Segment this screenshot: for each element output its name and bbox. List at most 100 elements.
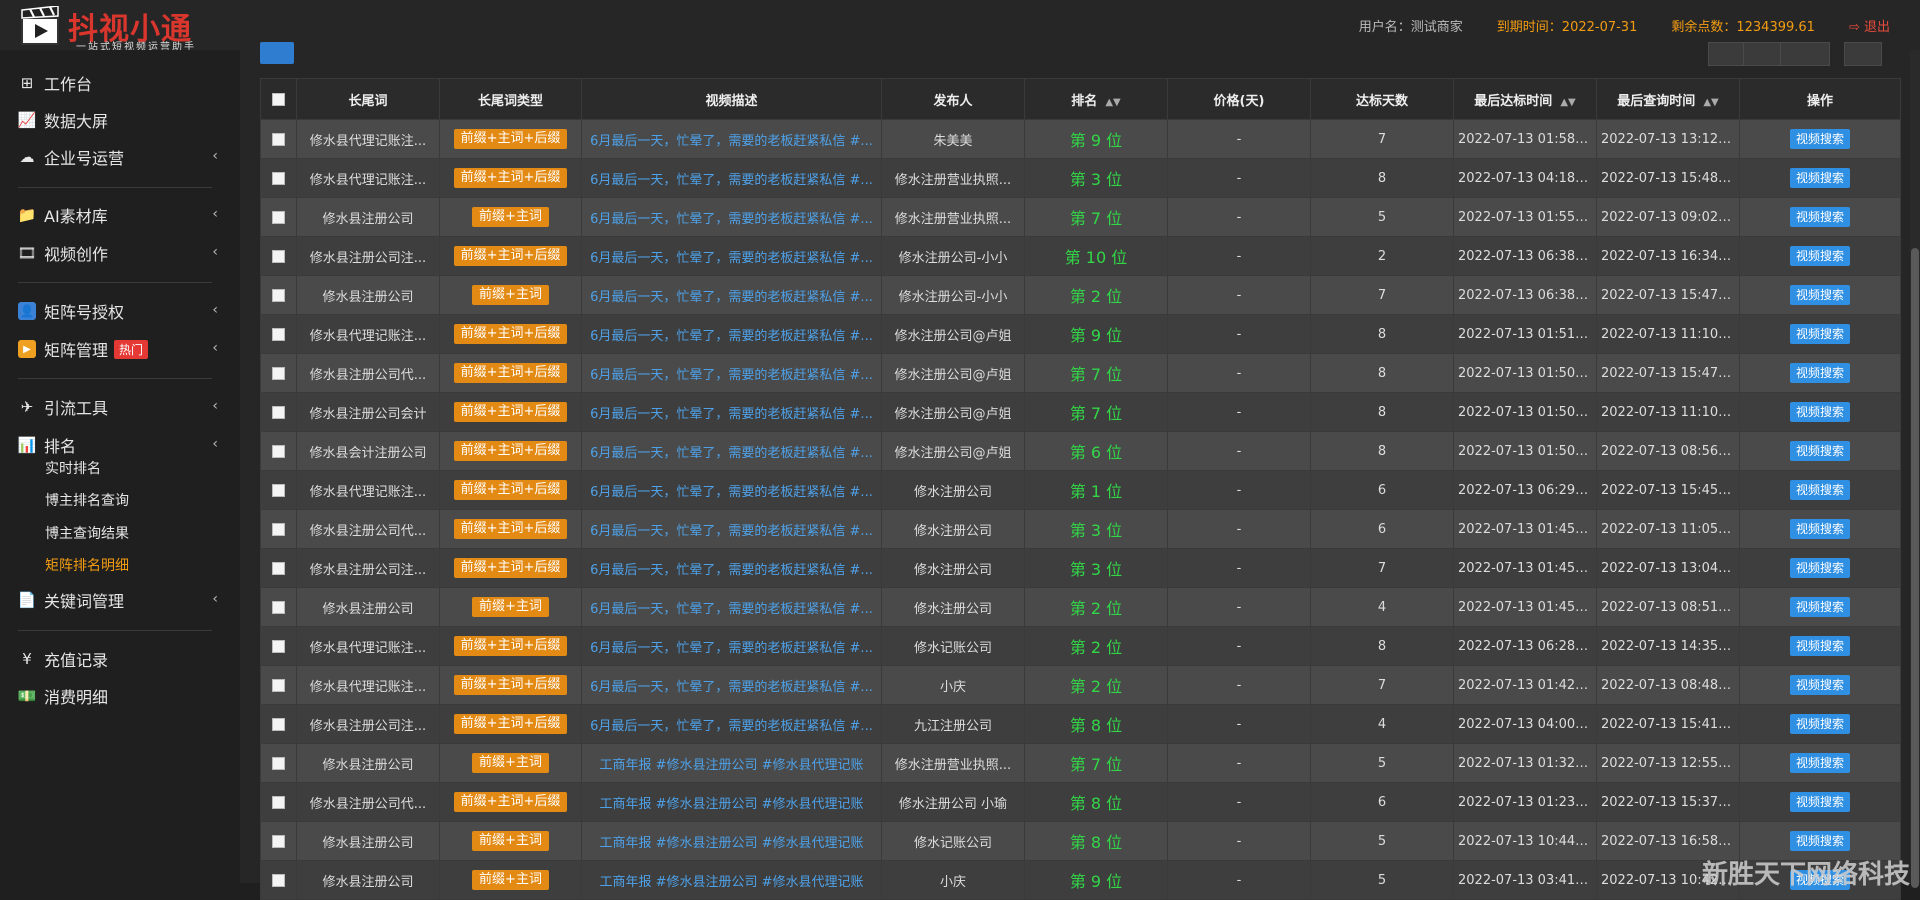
- sidebar-item-dashboard[interactable]: 📈 数据大屏: [18, 105, 218, 135]
- video-search-button[interactable]: 视频搜索: [1789, 285, 1850, 305]
- row-select-cell[interactable]: [260, 236, 297, 276]
- row-checkbox[interactable]: [272, 171, 285, 185]
- row-checkbox[interactable]: [272, 249, 285, 263]
- video-desc-link[interactable]: 工商年报 #修水县注册公司 #修水县代理记账: [599, 758, 863, 773]
- scrollbar[interactable]: [1910, 50, 1920, 888]
- row-checkbox[interactable]: [272, 561, 285, 575]
- video-desc-link[interactable]: 6月最后一天，忙晕了，需要的老板赶紧私信 #...: [590, 680, 873, 695]
- row-checkbox[interactable]: [272, 327, 285, 341]
- video-search-button[interactable]: 视频搜索: [1789, 246, 1850, 266]
- video-search-button[interactable]: 视频搜索: [1789, 636, 1850, 656]
- sidebar-item-keyword-manage[interactable]: 📄 关键词管理 ‹: [18, 585, 218, 615]
- logo[interactable]: 抖视小通 一站式短视频运营助手: [20, 4, 220, 53]
- row-select-cell[interactable]: [260, 509, 297, 549]
- row-select-cell[interactable]: [260, 704, 297, 744]
- row-checkbox[interactable]: [272, 405, 285, 419]
- video-desc-link[interactable]: 6月最后一天，忙晕了，需要的老板赶紧私信 #...: [590, 602, 873, 617]
- row-select-cell[interactable]: [260, 314, 297, 354]
- video-search-button[interactable]: 视频搜索: [1789, 558, 1850, 578]
- select-all-checkbox[interactable]: [272, 92, 285, 106]
- row-select-cell[interactable]: [260, 626, 297, 666]
- row-select-cell[interactable]: [260, 197, 297, 237]
- row-checkbox[interactable]: [272, 522, 285, 536]
- video-desc-link[interactable]: 6月最后一天，忙晕了，需要的老板赶紧私信 #...: [590, 641, 873, 656]
- columns-button[interactable]: [1743, 42, 1781, 66]
- video-search-button[interactable]: 视频搜索: [1789, 792, 1850, 812]
- row-select-cell[interactable]: [260, 470, 297, 510]
- header-last-query-time[interactable]: 最后查询时间 ▲▼: [1596, 78, 1740, 120]
- sidebar-item-matrix-auth[interactable]: 👤 矩阵号授权 ‹: [18, 296, 218, 326]
- logout-button[interactable]: ⇨ 退出: [1849, 16, 1890, 35]
- sidebar-subitem-matrix-rank-detail[interactable]: 矩阵排名明细: [45, 555, 129, 575]
- video-search-button[interactable]: 视频搜索: [1789, 597, 1850, 617]
- video-desc-link[interactable]: 工商年报 #修水县注册公司 #修水县代理记账: [599, 797, 863, 812]
- header-last-ok-time[interactable]: 最后达标时间 ▲▼: [1453, 78, 1597, 120]
- sort-icon[interactable]: ▲▼: [1703, 97, 1718, 108]
- refresh-button[interactable]: [260, 42, 294, 64]
- video-desc-link[interactable]: 6月最后一天，忙晕了，需要的老板赶紧私信 #...: [590, 446, 873, 461]
- row-checkbox[interactable]: [272, 639, 285, 653]
- video-desc-link[interactable]: 6月最后一天，忙晕了，需要的老板赶紧私信 #...: [590, 407, 873, 422]
- video-desc-link[interactable]: 6月最后一天，忙晕了，需要的老板赶紧私信 #...: [590, 719, 873, 734]
- sidebar-subitem-blogger-rank[interactable]: 博主排名查询: [45, 490, 129, 510]
- video-search-button[interactable]: 视频搜索: [1789, 363, 1850, 383]
- row-checkbox[interactable]: [272, 795, 285, 809]
- row-select-cell[interactable]: [260, 743, 297, 783]
- video-desc-link[interactable]: 6月最后一天，忙晕了，需要的老板赶紧私信 #...: [590, 368, 873, 383]
- row-select-cell[interactable]: [260, 821, 297, 861]
- row-select-cell[interactable]: [260, 665, 297, 705]
- video-desc-link[interactable]: 工商年报 #修水县注册公司 #修水县代理记账: [599, 875, 863, 890]
- select-all-header[interactable]: [260, 78, 297, 120]
- export-button[interactable]: [1780, 42, 1830, 66]
- row-select-cell[interactable]: [260, 587, 297, 627]
- sidebar-item-ai-library[interactable]: 📁 AI素材库 ‹: [18, 200, 218, 230]
- video-search-button[interactable]: 视频搜索: [1789, 519, 1850, 539]
- row-select-cell[interactable]: [260, 392, 297, 432]
- sidebar-item-video-create[interactable]: 🎞 视频创作 ‹: [17, 238, 218, 268]
- sidebar-item-recharge[interactable]: ¥ 充值记录: [18, 644, 218, 674]
- sidebar-item-enterprise[interactable]: ☁ 企业号运营 ‹: [18, 142, 219, 172]
- video-search-button[interactable]: 视频搜索: [1789, 324, 1850, 344]
- sidebar-item-ranking[interactable]: 📊 排名 ‹: [18, 430, 218, 460]
- row-checkbox[interactable]: [272, 132, 285, 146]
- row-select-cell[interactable]: [260, 158, 297, 198]
- sidebar-subitem-realtime-rank[interactable]: 实时排名: [45, 458, 101, 478]
- row-select-cell[interactable]: [260, 782, 297, 822]
- sidebar-subitem-blogger-result[interactable]: 博主查询结果: [45, 523, 129, 543]
- row-checkbox[interactable]: [272, 210, 285, 224]
- sort-icon[interactable]: ▲▼: [1105, 97, 1120, 108]
- row-select-cell[interactable]: [260, 353, 297, 393]
- video-search-button[interactable]: 视频搜索: [1789, 402, 1850, 422]
- row-checkbox[interactable]: [272, 288, 285, 302]
- sidebar-item-traffic-tools[interactable]: ✈ 引流工具 ‹: [18, 392, 218, 422]
- video-search-button[interactable]: 视频搜索: [1789, 207, 1850, 227]
- video-search-button[interactable]: 视频搜索: [1789, 129, 1850, 149]
- row-checkbox[interactable]: [272, 366, 285, 380]
- video-desc-link[interactable]: 6月最后一天，忙晕了，需要的老板赶紧私信 #...: [590, 173, 873, 188]
- scrollbar-thumb[interactable]: [1911, 248, 1919, 888]
- row-checkbox[interactable]: [272, 483, 285, 497]
- row-checkbox[interactable]: [272, 600, 285, 614]
- row-checkbox[interactable]: [272, 873, 285, 887]
- row-select-cell[interactable]: [260, 548, 297, 588]
- video-desc-link[interactable]: 6月最后一天，忙晕了，需要的老板赶紧私信 #...: [590, 563, 873, 578]
- sidebar-item-consumption[interactable]: 💵 消费明细: [18, 681, 218, 711]
- video-search-button[interactable]: 视频搜索: [1789, 714, 1850, 734]
- video-desc-link[interactable]: 工商年报 #修水县注册公司 #修水县代理记账: [599, 836, 863, 851]
- video-search-button[interactable]: 视频搜索: [1789, 675, 1850, 695]
- row-checkbox[interactable]: [272, 678, 285, 692]
- video-search-button[interactable]: 视频搜索: [1789, 480, 1850, 500]
- video-search-button[interactable]: 视频搜索: [1789, 168, 1850, 188]
- row-select-cell[interactable]: [260, 431, 297, 471]
- row-select-cell[interactable]: [260, 119, 297, 159]
- video-desc-link[interactable]: 6月最后一天，忙晕了，需要的老板赶紧私信 #...: [590, 290, 873, 305]
- row-checkbox[interactable]: [272, 756, 285, 770]
- row-checkbox[interactable]: [272, 717, 285, 731]
- video-search-button[interactable]: 视频搜索: [1789, 753, 1850, 773]
- video-desc-link[interactable]: 6月最后一天，忙晕了，需要的老板赶紧私信 #...: [590, 329, 873, 344]
- row-select-cell[interactable]: [260, 275, 297, 315]
- video-search-button[interactable]: 视频搜索: [1789, 441, 1850, 461]
- row-select-cell[interactable]: [260, 860, 297, 900]
- sort-icon[interactable]: ▲▼: [1560, 97, 1575, 108]
- video-search-button[interactable]: 视频搜索: [1789, 831, 1850, 851]
